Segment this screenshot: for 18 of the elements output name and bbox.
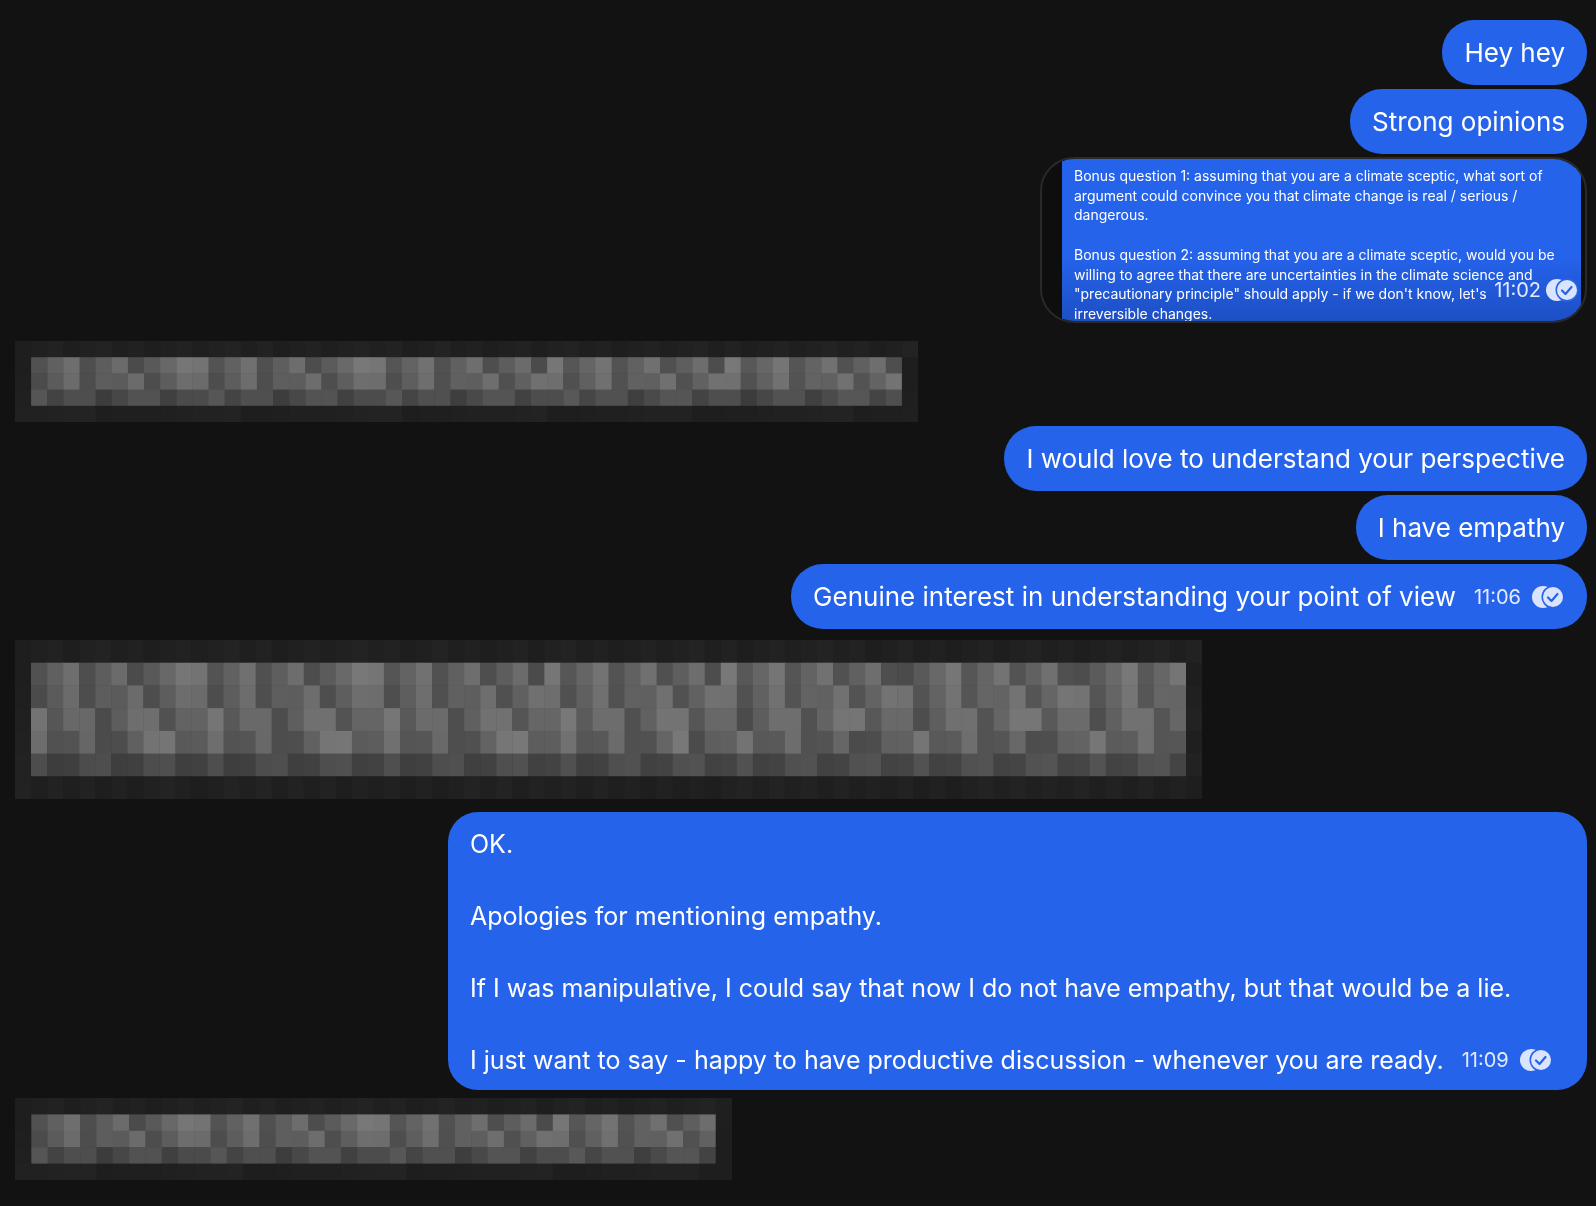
message-text-line: Bonus question 1: assuming that you are a climate sceptic, what sort of: [1074, 166, 1543, 186]
message-text-line: "precautionary principle" should apply - if we don't know, let's: [1074, 284, 1487, 304]
message-text: I have empathy: [1377, 511, 1565, 545]
message-time: 11:09: [1461, 1047, 1509, 1074]
message-text: If I was manipulative, I could say that now I do not have empathy, but that would be a lie.: [470, 972, 1512, 1005]
message-text-line: dangerous.: [1074, 205, 1149, 226]
message-time: 11:06: [1473, 583, 1521, 611]
message-text: I would love to understand your perspective: [1026, 442, 1565, 476]
message-text-line: Bonus question 2: assuming that you are a climate sceptic, would you be: [1074, 244, 1555, 265]
message-text: Genuine interest in understanding your point of view: [813, 580, 1456, 614]
message-text: Hey hey: [1464, 36, 1565, 70]
message-text: OK.: [470, 828, 514, 861]
message-text-line: irreversible changes.: [1074, 303, 1213, 321]
message-text: I just want to say - happy to have productive discussion - whenever you are ready.: [470, 1044, 1444, 1077]
message-text: Apologies for mentioning empathy.: [470, 900, 882, 933]
message-text-line: argument could convince you that climate change is real / serious /: [1074, 185, 1518, 206]
message-text-line: willing to agree that there are uncertainties in the climate science and: [1074, 264, 1533, 283]
message-text: Strong opinions: [1372, 105, 1565, 139]
